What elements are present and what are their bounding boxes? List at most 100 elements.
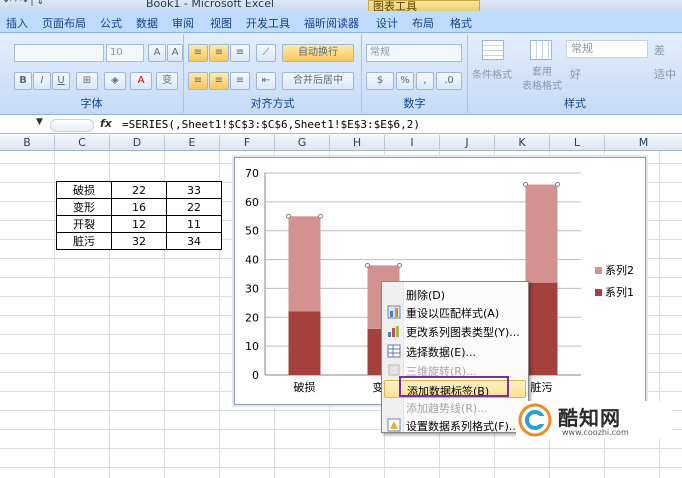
table-row: 破损 22 33 <box>56 181 222 199</box>
percent-button[interactable]: % <box>396 72 414 90</box>
formula-input[interactable]: =SERIES(,Sheet1!$C$3:$C$6,Sheet1!$E$3:$E… <box>122 118 420 131</box>
style-bad[interactable]: 差 <box>654 42 665 58</box>
table-row: 变形 16 22 <box>56 198 222 216</box>
cell-value[interactable]: 16 <box>111 198 167 216</box>
menu-item-delete[interactable]: 删除(D) <box>384 285 526 303</box>
style-neutral[interactable]: 适中 <box>654 66 676 82</box>
menu-item-change-chart-type[interactable]: 更改系列图表类型(Y)... <box>384 322 526 340</box>
cell-value[interactable]: 22 <box>166 198 222 216</box>
cell-label[interactable]: 脏污 <box>56 232 112 250</box>
align-bottom-button[interactable]: ≡ <box>230 44 250 62</box>
underline-button[interactable]: U <box>52 72 70 90</box>
bar-2[interactable] <box>525 184 558 283</box>
column-header-j[interactable]: J <box>440 135 495 151</box>
tab-insert[interactable]: 插入 <box>6 15 28 31</box>
italic-button[interactable]: I <box>33 72 51 90</box>
alignment-group: ≡ ≡ ≡ ⟋ 自动换行 ≡ ≡ ≡ ⇤ 合并后居中 对齐方式 <box>184 34 362 113</box>
align-middle-button[interactable]: ≡ <box>209 44 229 62</box>
number-group-label: 数字 <box>403 97 426 110</box>
tab-review[interactable]: 审阅 <box>172 15 194 31</box>
column-header-m[interactable]: M <box>605 135 682 151</box>
cell-label[interactable]: 开裂 <box>56 215 112 233</box>
cell-value[interactable]: 12 <box>111 215 167 233</box>
cell-value[interactable]: 22 <box>111 181 167 199</box>
cell-label[interactable]: 破损 <box>56 181 112 199</box>
title-bar: ↶ · ↷ | ⇓ Book1 - Microsoft Excel <box>0 0 682 11</box>
column-header-b[interactable]: B <box>0 135 55 151</box>
column-header-k[interactable]: K <box>495 135 550 151</box>
menu-item-format-data-series[interactable]: 设置数据系列格式(F)... <box>384 416 526 434</box>
table-format-button[interactable]: 套用 表格格式 <box>518 38 564 98</box>
quick-access-undo[interactable]: ↶ · ↷ | ⇓ <box>4 0 44 7</box>
column-header-g[interactable]: G <box>275 135 330 151</box>
number-group: 常规 $ % , .0 数字 <box>362 34 468 113</box>
font-color-button[interactable]: A <box>130 72 152 90</box>
tab-data[interactable]: 数据 <box>136 15 158 31</box>
column-header-e[interactable]: E <box>165 135 220 151</box>
shrink-font-button[interactable]: A <box>167 44 183 62</box>
align-top-button[interactable]: ≡ <box>188 44 208 62</box>
formula-bar-resize-handle[interactable] <box>50 119 94 132</box>
bar-1[interactable] <box>288 311 321 375</box>
phonetic-button[interactable]: 变 <box>156 72 178 90</box>
style-normal[interactable]: 常规 <box>566 40 648 58</box>
bold-button[interactable]: B <box>14 72 32 90</box>
ribbon: 10 A A B I U ⊞ ◈ A 变 字体 ≡ ≡ ≡ ⟋ 自动换行 ≡ ≡… <box>0 33 682 115</box>
highlight-annotation-box <box>399 376 509 397</box>
merge-center-button[interactable]: 合并后居中 <box>282 72 354 90</box>
borders-button[interactable]: ⊞ <box>76 72 98 90</box>
cell-value[interactable]: 32 <box>111 232 167 250</box>
bar-1[interactable] <box>525 282 558 375</box>
menu-item-select-data[interactable]: 选择数据(E)... <box>384 342 526 360</box>
grow-font-button[interactable]: A <box>148 44 166 62</box>
column-header-h[interactable]: H <box>330 135 385 151</box>
tab-format[interactable]: 格式 <box>450 15 472 31</box>
align-right-button[interactable]: ≡ <box>230 72 250 90</box>
currency-button[interactable]: $ <box>366 72 394 90</box>
orientation-button[interactable]: ⟋ <box>256 44 276 62</box>
watermark-brand: 酷知网 <box>558 406 621 430</box>
font-size-combo[interactable]: 10 <box>106 44 144 62</box>
cell-value[interactable]: 33 <box>166 181 222 199</box>
conditional-format-button[interactable]: 条件格式 <box>472 38 514 90</box>
cell-value[interactable]: 11 <box>166 215 222 233</box>
column-header-c[interactable]: C <box>55 135 110 151</box>
number-format-combo[interactable]: 常规 <box>366 44 462 62</box>
format-series-icon <box>387 418 401 432</box>
insert-function-icon[interactable]: fx <box>100 117 116 131</box>
font-name-combo[interactable] <box>14 44 104 62</box>
tab-foxit-reader[interactable]: 福昕阅读器 <box>304 15 359 31</box>
align-center-button[interactable]: ≡ <box>209 72 229 90</box>
fill-color-button[interactable]: ◈ <box>104 72 126 90</box>
tab-design[interactable]: 设计 <box>376 15 398 31</box>
selection-handle <box>523 182 528 188</box>
tab-layout[interactable]: 布局 <box>412 15 434 31</box>
column-header-f[interactable]: F <box>220 135 275 151</box>
decimal-button[interactable]: .0 <box>436 72 462 90</box>
bar-2[interactable] <box>288 216 321 312</box>
menu-item-reset-style[interactable]: 重设以匹配样式(A) <box>384 303 526 321</box>
align-left-button[interactable]: ≡ <box>188 72 208 90</box>
legend-swatch <box>595 289 602 296</box>
style-good[interactable]: 好 <box>570 66 581 82</box>
name-box[interactable]: ▼ <box>0 117 94 133</box>
column-header-i[interactable]: I <box>385 135 440 151</box>
legend-swatch <box>595 267 602 274</box>
column-header-d[interactable]: D <box>110 135 165 151</box>
cell-value[interactable]: 34 <box>166 232 222 250</box>
tab-page-layout[interactable]: 页面布局 <box>42 15 86 31</box>
decrease-indent-button[interactable]: ⇤ <box>256 72 276 90</box>
cell-label[interactable]: 变形 <box>56 198 112 216</box>
comma-button[interactable]: , <box>416 72 434 90</box>
table-row: 开裂 12 11 <box>56 215 222 233</box>
context-menu: 删除(D) 重设以匹配样式(A) 更改系列图表类型(Y)... 选择数据(E).… <box>381 281 529 433</box>
y-tick-label: 60 <box>245 196 259 209</box>
tab-view[interactable]: 视图 <box>210 15 232 31</box>
wrap-text-button[interactable]: 自动换行 <box>282 44 354 62</box>
tab-formulas[interactable]: 公式 <box>100 15 122 31</box>
styles-group-label: 样式 <box>564 97 586 110</box>
column-header-l[interactable]: L <box>550 135 605 151</box>
tab-developer[interactable]: 开发工具 <box>246 15 290 31</box>
name-box-dropdown-icon[interactable]: ▼ <box>36 117 43 127</box>
selection-handle <box>286 213 291 219</box>
